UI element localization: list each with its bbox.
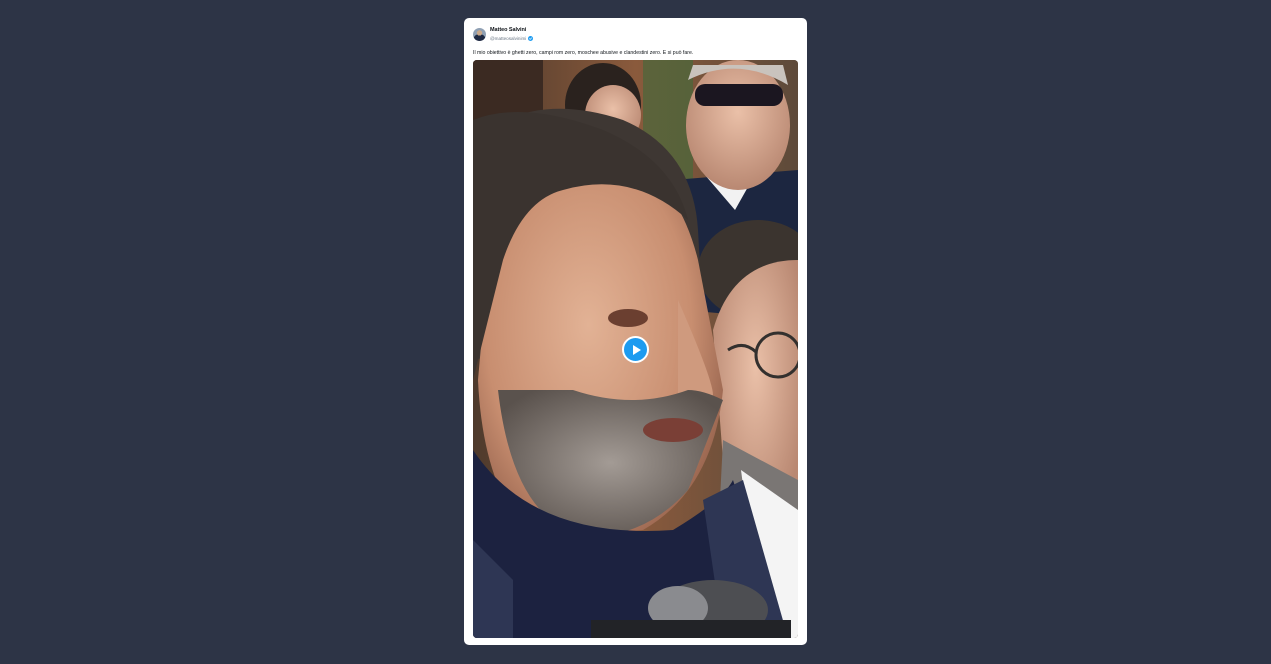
author-name-row: Matteo Salvini — [490, 28, 534, 41]
tweet-header: Matteo Salvini @matteosalvinimi — [473, 27, 798, 42]
video-player[interactable] — [473, 60, 798, 638]
tweet-text: Il mio obiettivo è ghetti zero, campi ro… — [473, 50, 694, 56]
author-block: Matteo Salvini @matteosalvinimi — [490, 28, 534, 42]
author-handle[interactable]: @matteosalvinimi — [490, 36, 533, 42]
tweet-card: Matteo Salvini @matteosalvinimi Il mio o… — [464, 18, 807, 645]
play-button[interactable] — [622, 336, 649, 363]
author-display-name[interactable]: Matteo Salvini — [490, 28, 526, 34]
avatar[interactable] — [473, 28, 486, 41]
verified-badge-icon — [528, 29, 534, 41]
play-icon — [632, 344, 641, 355]
